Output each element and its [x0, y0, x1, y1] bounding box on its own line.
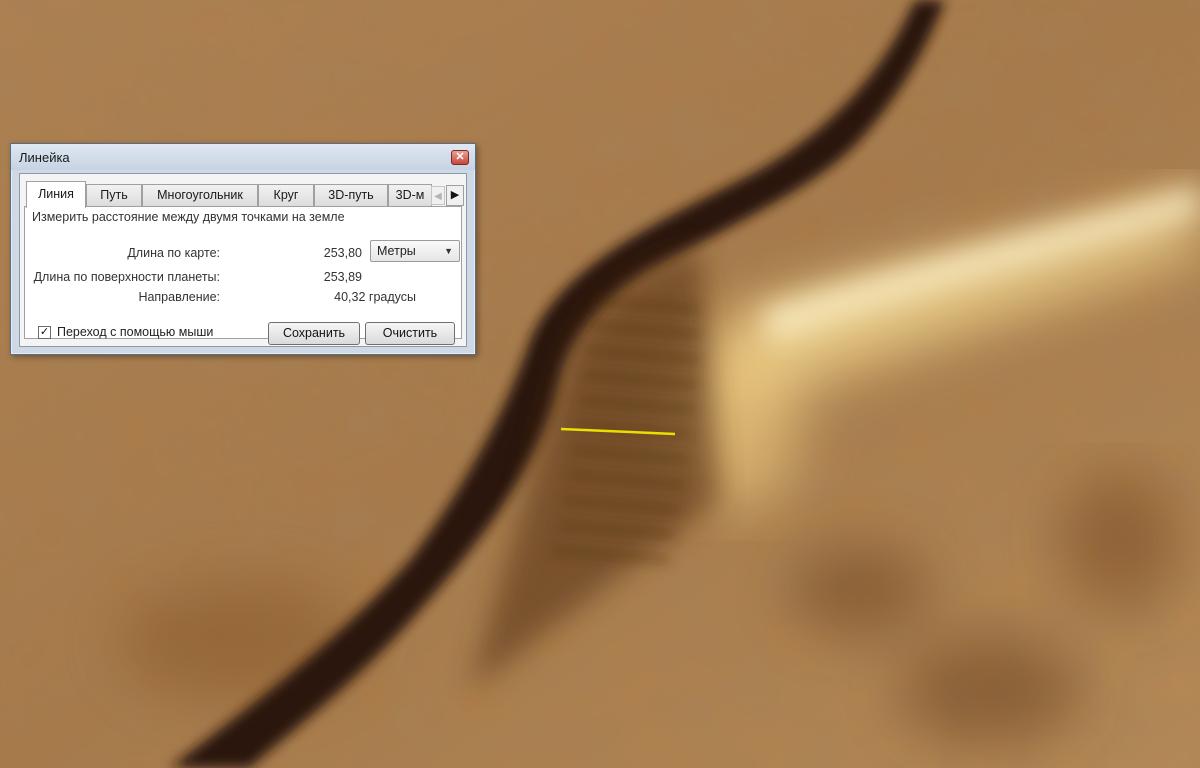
tab-strip: Линия Путь Многоугольник Круг 3D-путь 3D…: [24, 180, 464, 208]
tab-3d-path[interactable]: 3D-путь: [314, 184, 388, 206]
dialog-title: Линейка: [19, 150, 70, 165]
map-length-label: Длина по карте:: [127, 246, 220, 260]
tab-path[interactable]: Путь: [86, 184, 142, 206]
map-view[interactable]: [0, 0, 1200, 768]
tab-scroll-left-icon[interactable]: ◀: [431, 186, 445, 205]
heading-label: Направление:: [138, 290, 220, 304]
tab-polygon[interactable]: Многоугольник: [142, 184, 258, 206]
checkmark-icon: ✓: [39, 326, 50, 338]
tab-circle[interactable]: Круг: [258, 184, 314, 206]
close-icon: ✕: [455, 151, 465, 163]
tab-scroll: ◀ ▶: [431, 185, 464, 206]
close-button[interactable]: ✕: [451, 150, 469, 165]
mouse-nav-checkbox[interactable]: ✓: [38, 326, 51, 339]
unit-select[interactable]: Метры ▼: [370, 240, 460, 262]
surface-length-label: Длина по поверхности планеты:: [33, 270, 220, 284]
tab-scroll-right-icon[interactable]: ▶: [448, 186, 462, 205]
ruler-dialog: Линейка ✕ Линия Путь Многоугольник Круг …: [10, 143, 476, 355]
save-button[interactable]: Сохранить: [268, 322, 360, 345]
clear-button[interactable]: Очистить: [365, 322, 455, 345]
tab-line[interactable]: Линия: [26, 181, 86, 208]
chevron-down-icon: ▼: [444, 246, 453, 256]
heading-value: 40,32 градусы: [334, 290, 416, 304]
tab-3d-polygon[interactable]: 3D-м: [388, 184, 432, 206]
map-length-value: 253,80: [323, 246, 362, 260]
mouse-nav-label[interactable]: Переход с помощью мыши: [57, 325, 213, 339]
tab-description: Измерить расстояние между двумя точками …: [32, 210, 345, 224]
title-bar[interactable]: Линейка ✕: [11, 144, 475, 170]
ruler-panel: Линия Путь Многоугольник Круг 3D-путь 3D…: [19, 173, 467, 347]
unit-select-value: Метры: [377, 244, 416, 258]
surface-length-value: 253,89: [323, 270, 362, 284]
